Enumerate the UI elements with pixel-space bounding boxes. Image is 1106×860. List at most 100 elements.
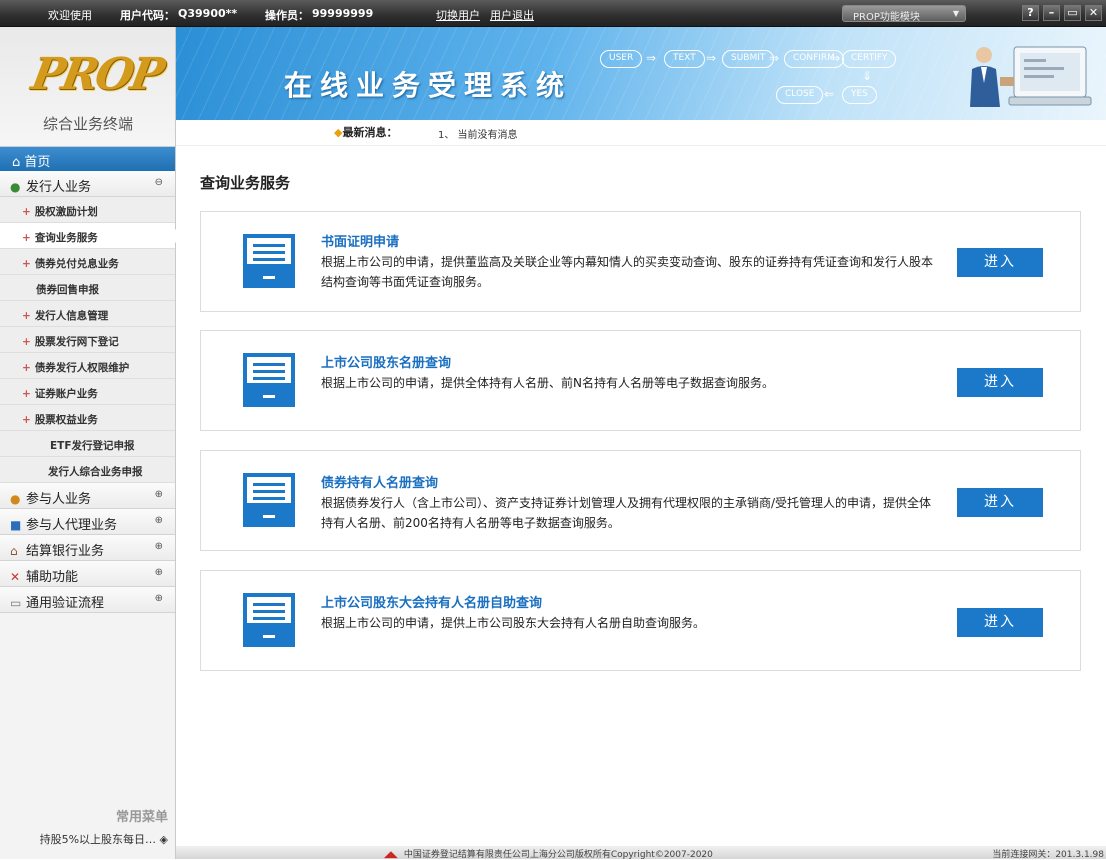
plus-icon: + <box>22 414 31 426</box>
nav-section-verification[interactable]: ▭ 通用验证流程 ⊕ <box>0 587 175 613</box>
expand-icon[interactable]: ⊕ <box>155 567 163 578</box>
sidebar-item-offline-registration[interactable]: + 股票发行网下登记 <box>0 327 175 353</box>
common-menu-title: 常用菜单 <box>115 810 168 825</box>
minimize-button[interactable]: – <box>1043 5 1060 21</box>
sidebar-item-label: 债券回售申报 <box>36 284 99 296</box>
flow-text: TEXT <box>664 50 705 68</box>
sidebar-item-bond-payment[interactable]: + 债券兑付兑息业务 <box>0 249 175 275</box>
card-title[interactable]: 上市公司股东大会持有人名册自助查询 <box>321 592 542 611</box>
page-title: 查询业务服务 <box>200 174 291 192</box>
help-button[interactable]: ? <box>1022 5 1039 21</box>
sidebar-item-label: 发行人信息管理 <box>34 310 109 322</box>
sidebar-item-label: 股票权益业务 <box>34 414 98 426</box>
enter-button[interactable]: 进入 <box>957 488 1043 517</box>
arrow-down-icon: ⇓ <box>862 69 873 83</box>
nav-section-issuer[interactable]: ● 发行人业务 ⊖ <box>0 171 175 197</box>
tools-icon: ✕ <box>10 570 21 584</box>
enter-button[interactable]: 进入 <box>957 608 1043 637</box>
arrow-left-icon: ⇐ <box>824 87 835 101</box>
cabinet-icon <box>243 593 295 647</box>
service-card-bondholder-register: 债券持有人名册查询 根据债券发行人（含上市公司）、资产支持证券计划管理人及拥有代… <box>200 450 1081 551</box>
logo: PROP 综合业务终端 <box>0 27 175 147</box>
cabinet-icon <box>243 234 295 288</box>
service-card-agm-register: 上市公司股东大会持有人名册自助查询 根据上市公司的申请，提供上市公司股东大会持有… <box>200 570 1081 671</box>
sidebar-item-label: 股权激励计划 <box>34 206 98 218</box>
close-button[interactable]: ✕ <box>1085 5 1102 21</box>
nav-section-settlement-bank[interactable]: ⌂ 结算银行业务 ⊕ <box>0 535 175 561</box>
enter-button[interactable]: 进入 <box>957 368 1043 397</box>
news-label-wrap: ◆最新消息： <box>334 124 397 140</box>
card-title[interactable]: 债券持有人名册查询 <box>321 472 438 491</box>
sidebar-item-label: 证券账户业务 <box>34 388 98 400</box>
enter-button[interactable]: 进入 <box>957 248 1043 277</box>
nav-home[interactable]: ⌂ 首页 <box>0 147 175 171</box>
sidebar-item-stock-rights[interactable]: + 股票权益业务 <box>0 405 175 431</box>
nav-section-participant[interactable]: ● 参与人业务 ⊕ <box>0 483 175 509</box>
module-select[interactable]: PROP功能模块 ▼ <box>842 5 966 23</box>
sidebar-item-label: 发行人综合业务申报 <box>48 466 143 478</box>
sidebar-item-bond-putback[interactable]: 债券回售申报 <box>0 275 175 301</box>
businessman-computer-icon <box>970 46 1092 107</box>
sidebar-item-label: 债券兑付兑息业务 <box>34 258 119 270</box>
card-title[interactable]: 书面证明申请 <box>321 231 399 250</box>
flow-submit: SUBMIT <box>722 50 775 68</box>
collapse-icon[interactable]: ⊖ <box>155 177 163 188</box>
welcome-text: 欢迎使用 <box>48 9 92 22</box>
footer: ◢◣ 中国证券登记结算有限责任公司上海分公司版权所有Copyright©2007-… <box>176 846 1106 860</box>
nav-section-auxiliary[interactable]: ✕ 辅助功能 ⊕ <box>0 561 175 587</box>
logo-word: PROP <box>27 49 166 100</box>
module-select-value: PROP功能模块 <box>853 12 920 23</box>
card-description: 根据上市公司的申请，提供董监高及关联企业等内幕知情人的买卖变动查询、股东的证券持… <box>321 255 934 289</box>
sidebar-item-query-service[interactable]: + 查询业务服务 <box>0 223 176 249</box>
cabinet-icon <box>243 473 295 527</box>
arrow-right-icon: ⇒ <box>706 51 717 65</box>
bank-icon: ⌂ <box>10 544 18 558</box>
nav-section-label: 通用验证流程 <box>26 596 105 611</box>
operator-id: 99999999 <box>312 7 374 20</box>
sidebar-item-equity-incentive[interactable]: + 股权激励计划 <box>0 197 175 223</box>
gateway-info: 当前连接网关：201.3.1.98 <box>992 850 1104 860</box>
logo-subtitle: 综合业务终端 <box>42 115 133 133</box>
flow-yes: YES <box>842 86 877 104</box>
news-text: 1、 当前没有消息 <box>438 130 518 141</box>
flow-certify: CERTIFY <box>842 50 897 68</box>
chevron-down-icon: ▼ <box>952 9 959 18</box>
expand-icon[interactable]: ⊕ <box>155 541 163 552</box>
operator-label: 操作员： <box>265 9 309 22</box>
nav-section-participant-agent[interactable]: ■ 参与人代理业务 ⊕ <box>0 509 175 535</box>
sidebar-item-issuer-info[interactable]: + 发行人信息管理 <box>0 301 175 327</box>
card-description: 根据债券发行人（含上市公司）、资产支持证券计划管理人及拥有代理权限的主承销商/受… <box>321 496 932 530</box>
sidebar-item-issuer-general[interactable]: 发行人综合业务申报 <box>0 457 175 483</box>
arrow-right-icon: ⇒ <box>646 51 657 65</box>
home-icon: ⌂ <box>12 155 21 170</box>
plus-icon: + <box>22 362 31 374</box>
card-description: 根据上市公司的申请，提供全体持有人名册、前N名持有人名册等电子数据查询服务。 <box>321 376 774 390</box>
plus-icon: + <box>22 388 31 400</box>
sidebar-item-etf[interactable]: ETF发行登记申报 <box>0 431 175 457</box>
card-title[interactable]: 上市公司股东名册查询 <box>321 352 451 371</box>
logout-link[interactable]: 用户退出 <box>490 7 534 23</box>
person-icon: ● <box>10 180 21 194</box>
sidebar-item-label: ETF发行登记申报 <box>50 440 135 452</box>
sidebar-item-label: 查询业务服务 <box>34 232 98 244</box>
nav-section-label: 发行人业务 <box>26 180 92 195</box>
plus-icon: + <box>22 310 31 322</box>
arrow-right-icon: ⇒ <box>769 51 780 65</box>
plus-icon: + <box>22 232 31 244</box>
expand-icon[interactable]: ⊕ <box>155 515 163 526</box>
plus-icon: + <box>22 206 31 218</box>
nav-section-label: 参与人业务 <box>26 492 92 507</box>
expand-icon[interactable]: ⊕ <box>155 489 163 500</box>
common-menu-item[interactable]: 持股5%以上股东每日… ◈ <box>0 831 176 847</box>
sidebar-item-securities-account[interactable]: + 证券账户业务 <box>0 379 175 405</box>
expand-icon[interactable]: ⊕ <box>155 593 163 604</box>
sidebar-item-bond-permission[interactable]: + 债券发行人权限维护 <box>0 353 175 379</box>
service-card-written-certificate: 书面证明申请 根据上市公司的申请，提供董监高及关联企业等内幕知情人的买卖变动查询… <box>200 211 1081 312</box>
switch-user-link[interactable]: 切换用户 <box>436 7 480 23</box>
system-title: 在线业务受理系统 <box>284 69 573 102</box>
nav-section-label: 结算银行业务 <box>26 544 105 559</box>
user-code-label: 用户代码： <box>120 9 175 22</box>
plus-icon: + <box>22 258 31 270</box>
plus-icon: + <box>22 336 31 348</box>
maximize-button[interactable]: ▭ <box>1064 5 1081 21</box>
